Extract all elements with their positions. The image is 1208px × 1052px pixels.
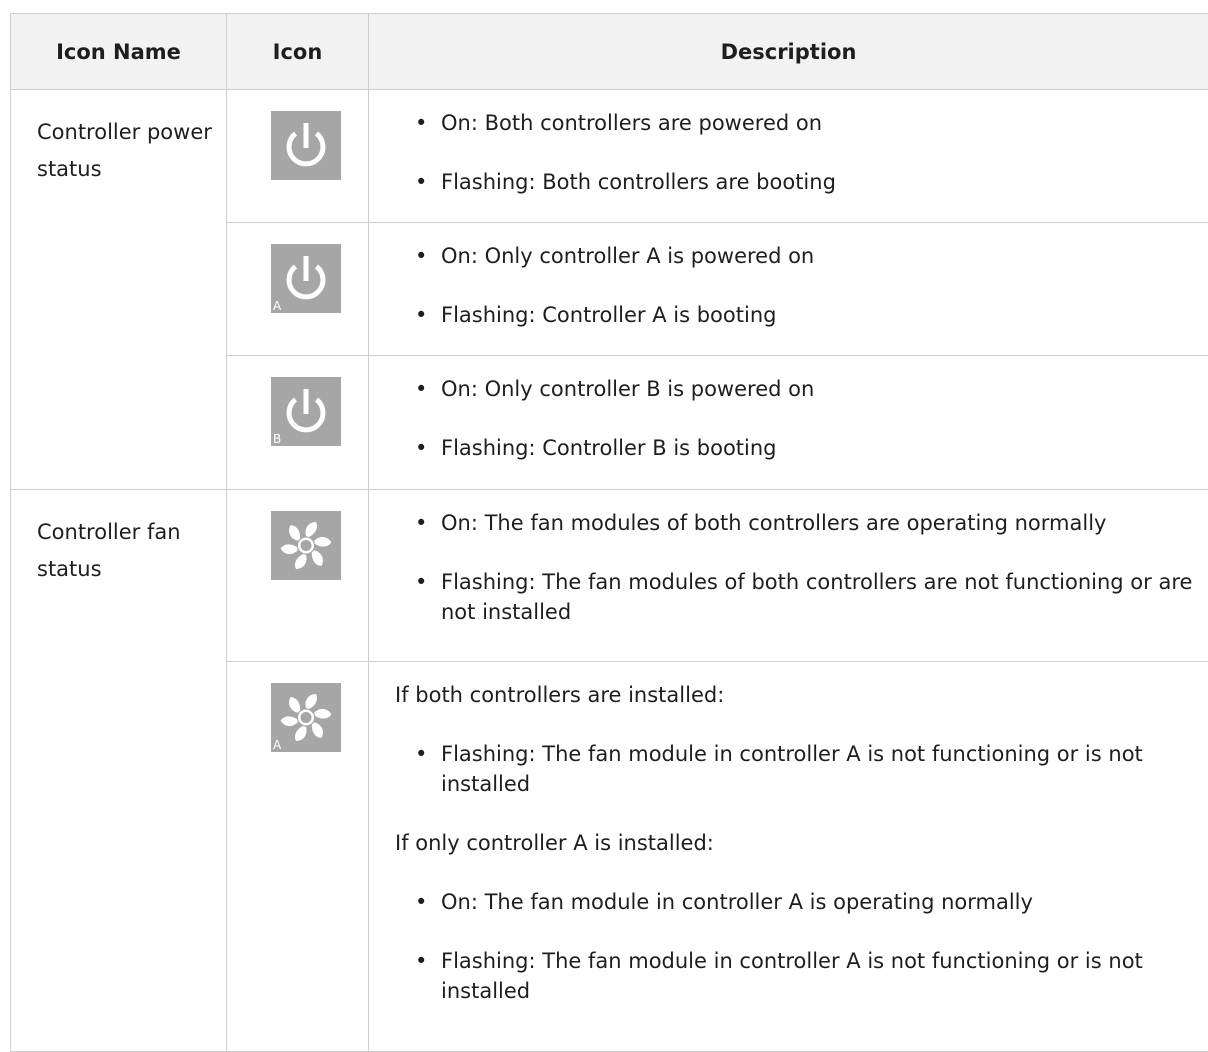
icon-name-cell: Controller fan status [11,490,227,1052]
list-item: On: Both controllers are powered on [395,108,1208,138]
list-item: On: Only controller A is powered on [395,241,1208,271]
list-item: On: Only controller B is powered on [395,374,1208,404]
description-cell: On: Both controllers are powered on Flas… [369,90,1208,223]
list-item: On: The fan module in controller A is op… [395,887,1208,917]
list-item: Flashing: The fan module in controller A… [395,739,1208,799]
icon-name-fan: Controller fan status [11,490,226,588]
fan-icon [271,511,341,580]
power-icon: A [271,244,341,313]
power-icon: B [271,377,341,446]
icon-description-table: Icon Name Icon Description Controller po… [10,13,1208,1052]
list-item: On: The fan modules of both controllers … [395,508,1208,538]
list-item: Flashing: The fan module in controller A… [395,946,1208,1006]
icon-cell: A [227,662,369,1052]
list-item: Flashing: Both controllers are booting [395,167,1208,197]
paragraph: If both controllers are installed: [395,680,1208,710]
list-item: Flashing: The fan modules of both contro… [395,567,1208,627]
header-icon-name: Icon Name [11,14,227,90]
description-cell: On: The fan modules of both controllers … [369,490,1208,662]
table-row: Controller fan status On: The fan module… [11,490,1208,662]
table-row: Controller power status On: Both control… [11,90,1208,223]
description-cell: On: Only controller A is powered on Flas… [369,223,1208,356]
icon-name-power: Controller power status [11,90,226,188]
icon-name-cell: Controller power status [11,90,227,490]
icon-cell [227,90,369,223]
icon-cell: B [227,356,369,490]
description-cell: If both controllers are installed: Flash… [369,662,1208,1052]
paragraph: If only controller A is installed: [395,828,1208,858]
header-row: Icon Name Icon Description [11,14,1208,90]
icon-cell: A [227,223,369,356]
fan-icon: A [271,683,341,752]
list-item: Flashing: Controller A is booting [395,300,1208,330]
header-description: Description [369,14,1208,90]
list-item: Flashing: Controller B is booting [395,433,1208,463]
header-icon: Icon [227,14,369,90]
power-icon [271,111,341,180]
description-cell: On: Only controller B is powered on Flas… [369,356,1208,490]
icon-cell [227,490,369,662]
